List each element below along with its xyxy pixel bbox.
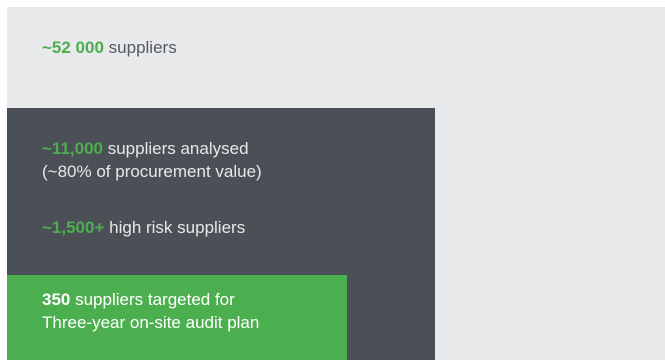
targeted-suppliers-note: Three-year on-site audit plan	[42, 313, 260, 332]
analysed-suppliers-count: ~11,000	[42, 139, 103, 158]
all-suppliers-text: ~52 000 suppliers	[42, 36, 177, 59]
targeted-suppliers-count: 350	[42, 290, 71, 309]
all-suppliers-count: ~52 000	[42, 38, 104, 57]
targeted-suppliers-text: 350 suppliers targeted for	[42, 288, 235, 311]
analysed-suppliers-note: (~80% of procurement value)	[42, 162, 262, 181]
high-risk-suppliers-text: ~1,500+ high risk suppliers	[42, 216, 245, 239]
targeted-suppliers-label: suppliers targeted for	[70, 290, 235, 309]
high-risk-suppliers-count: ~1,500+	[42, 218, 105, 237]
analysed-suppliers-label: suppliers analysed	[103, 139, 249, 158]
all-suppliers-label: suppliers	[103, 38, 177, 57]
analysed-suppliers-text: ~11,000 suppliers analysed	[42, 137, 249, 160]
high-risk-suppliers-label: high risk suppliers	[104, 218, 246, 237]
